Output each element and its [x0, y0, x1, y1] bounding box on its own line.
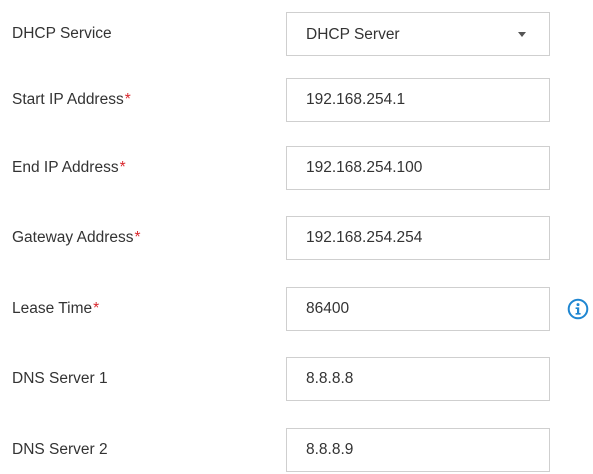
lease-time-label: Lease Time*	[12, 298, 99, 320]
start-ip-label: Start IP Address*	[12, 89, 131, 111]
dns1-input[interactable]	[286, 357, 550, 401]
dhcp-service-label-text: DHCP Service	[12, 25, 112, 42]
end-ip-label: End IP Address*	[12, 157, 126, 179]
dns2-row: DNS Server 2	[0, 428, 593, 472]
end-ip-row: End IP Address*	[0, 146, 593, 190]
gateway-input[interactable]	[286, 216, 550, 260]
dhcp-service-row: DHCP Service DHCP Server	[0, 12, 593, 56]
dhcp-service-selected-value: DHCP Server	[306, 26, 400, 43]
gateway-label: Gateway Address*	[12, 227, 141, 249]
start-ip-input[interactable]	[286, 78, 550, 122]
dns2-label-text: DNS Server 2	[12, 441, 108, 458]
start-ip-row: Start IP Address*	[0, 78, 593, 122]
lease-time-input[interactable]	[286, 287, 550, 331]
required-marker: *	[134, 229, 141, 246]
required-marker: *	[119, 159, 126, 176]
lease-time-label-text: Lease Time	[12, 300, 93, 317]
end-ip-label-text: End IP Address	[12, 159, 119, 176]
info-icon[interactable]	[567, 298, 589, 320]
gateway-label-text: Gateway Address	[12, 229, 134, 246]
dns1-row: DNS Server 1	[0, 357, 593, 401]
dhcp-service-select[interactable]: DHCP Server	[286, 12, 550, 56]
dns2-label: DNS Server 2	[12, 439, 108, 461]
chevron-down-icon	[518, 32, 526, 37]
dns2-input[interactable]	[286, 428, 550, 472]
end-ip-input[interactable]	[286, 146, 550, 190]
dhcp-service-label: DHCP Service	[12, 23, 112, 45]
dns1-label-text: DNS Server 1	[12, 370, 108, 387]
dns1-label: DNS Server 1	[12, 368, 108, 390]
gateway-row: Gateway Address*	[0, 216, 593, 260]
lease-time-row: Lease Time*	[0, 287, 593, 331]
required-marker: *	[124, 91, 131, 108]
start-ip-label-text: Start IP Address	[12, 91, 124, 108]
dhcp-settings-form: DHCP Service DHCP Server Start IP Addres…	[0, 0, 593, 474]
required-marker: *	[93, 300, 100, 317]
